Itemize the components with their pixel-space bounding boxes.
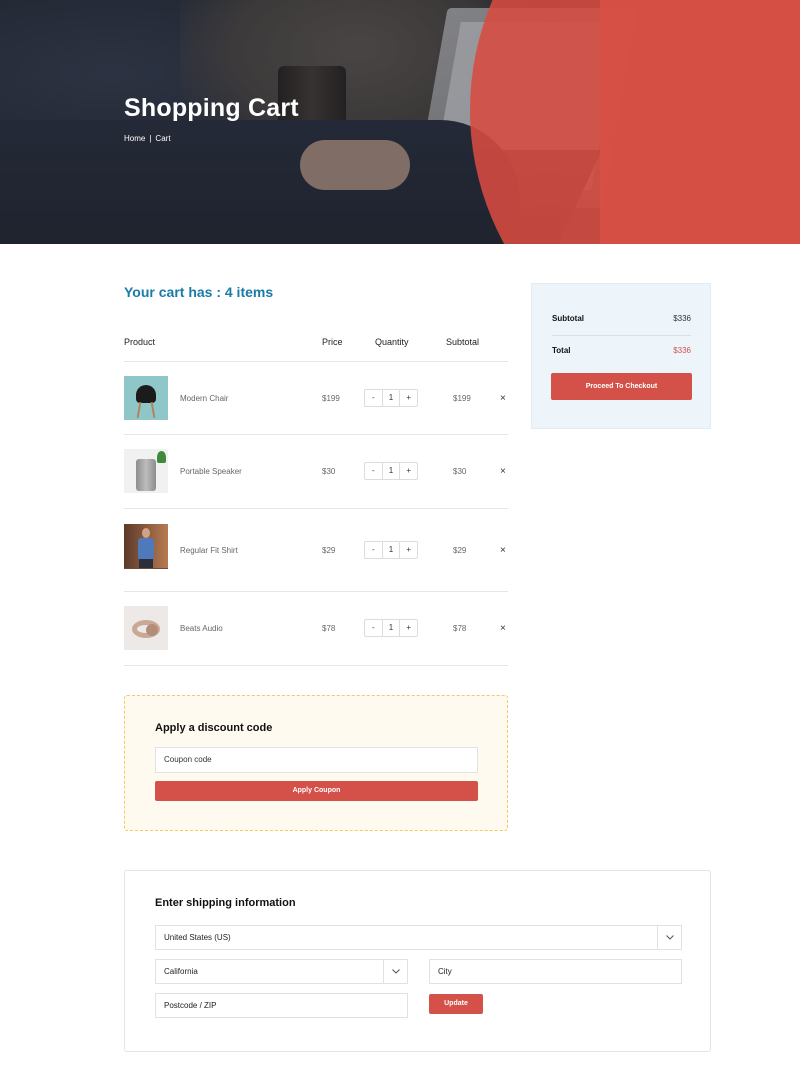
summary-subtotal-value: $336 [673, 314, 691, 323]
quantity-stepper: - 1 + [364, 619, 418, 637]
state-select[interactable]: California [155, 959, 408, 984]
breadcrumb-home-link[interactable]: Home [124, 134, 145, 143]
cart-table: Product Price Quantity Subtotal Modern C… [124, 326, 508, 666]
product-subtotal: $29 [453, 546, 467, 555]
summary-total-row: Total $336 [552, 346, 691, 355]
product-thumbnail-speaker[interactable] [124, 449, 168, 493]
breadcrumb: Home | Cart [124, 134, 171, 143]
city-input[interactable]: City [429, 959, 682, 984]
product-thumbnail-chair[interactable] [124, 376, 168, 420]
update-shipping-button[interactable]: Update [429, 994, 483, 1014]
decrement-button[interactable]: - [365, 620, 382, 636]
product-subtotal: $199 [453, 394, 471, 403]
quantity-stepper: - 1 + [364, 462, 418, 480]
cart-summary: Subtotal $336 Total $336 Proceed To Chec… [531, 283, 711, 429]
page-title: Shopping Cart [124, 94, 299, 122]
chevron-down-icon [383, 960, 407, 983]
product-price: $78 [322, 624, 336, 633]
chevron-down-icon [657, 926, 681, 949]
cart-row: Beats Audio $78 - 1 + $78 × [124, 592, 508, 666]
product-subtotal: $78 [453, 624, 467, 633]
discount-code-title: Apply a discount code [155, 722, 273, 734]
breadcrumb-current: Cart [155, 134, 171, 143]
page-hero: Shopping Cart Home | Cart [0, 0, 800, 244]
product-thumbnail-shirt[interactable] [124, 524, 168, 569]
shipping-info-title: Enter shipping information [155, 897, 296, 909]
discount-code-panel: Apply a discount code Coupon code Apply … [124, 695, 508, 831]
apply-coupon-button[interactable]: Apply Coupon [155, 781, 478, 801]
quantity-input[interactable]: 1 [381, 542, 401, 558]
remove-item-icon[interactable]: × [500, 393, 506, 404]
summary-subtotal-label: Subtotal [552, 314, 584, 323]
increment-button[interactable]: + [400, 463, 417, 479]
summary-subtotal-row: Subtotal $336 [552, 314, 691, 323]
postcode-input[interactable]: Postcode / ZIP [155, 993, 408, 1018]
column-header-product: Product [124, 337, 156, 347]
product-price: $29 [322, 546, 336, 555]
quantity-input[interactable]: 1 [381, 390, 401, 406]
cart-row: Modern Chair $199 - 1 + $199 × [124, 362, 508, 435]
product-subtotal: $30 [453, 467, 467, 476]
product-price: $199 [322, 394, 340, 403]
cart-row: Portable Speaker $30 - 1 + $30 × [124, 435, 508, 509]
product-name[interactable]: Modern Chair [180, 394, 228, 403]
quantity-stepper: - 1 + [364, 541, 418, 559]
summary-total-value: $336 [673, 346, 691, 355]
product-name[interactable]: Beats Audio [180, 624, 223, 633]
decrement-button[interactable]: - [365, 542, 382, 558]
remove-item-icon[interactable]: × [500, 466, 506, 477]
product-name[interactable]: Portable Speaker [180, 467, 242, 476]
cart-row: Regular Fit Shirt $29 - 1 + $29 × [124, 509, 508, 592]
product-name[interactable]: Regular Fit Shirt [180, 546, 238, 555]
quantity-input[interactable]: 1 [381, 463, 401, 479]
summary-divider [552, 335, 691, 336]
increment-button[interactable]: + [400, 390, 417, 406]
remove-item-icon[interactable]: × [500, 545, 506, 556]
remove-item-icon[interactable]: × [500, 623, 506, 634]
cart-item-count: Your cart has : 4 items [124, 284, 274, 300]
shipping-info-panel: Enter shipping information United States… [124, 870, 711, 1052]
summary-total-label: Total [552, 346, 571, 355]
product-price: $30 [322, 467, 336, 476]
country-select-value: United States (US) [164, 933, 231, 942]
breadcrumb-separator: | [149, 134, 152, 143]
decrement-button[interactable]: - [365, 390, 382, 406]
country-select[interactable]: United States (US) [155, 925, 682, 950]
coupon-code-input[interactable]: Coupon code [155, 747, 478, 773]
decrement-button[interactable]: - [365, 463, 382, 479]
increment-button[interactable]: + [400, 620, 417, 636]
column-header-price: Price [322, 337, 343, 347]
column-header-subtotal: Subtotal [446, 337, 480, 347]
increment-button[interactable]: + [400, 542, 417, 558]
quantity-input[interactable]: 1 [381, 620, 401, 636]
state-select-value: California [164, 967, 198, 976]
cart-table-header: Product Price Quantity Subtotal [124, 326, 508, 362]
quantity-stepper: - 1 + [364, 389, 418, 407]
proceed-to-checkout-button[interactable]: Proceed To Checkout [551, 373, 692, 400]
product-thumbnail-audio[interactable] [124, 606, 168, 650]
column-header-quantity: Quantity [375, 337, 409, 347]
